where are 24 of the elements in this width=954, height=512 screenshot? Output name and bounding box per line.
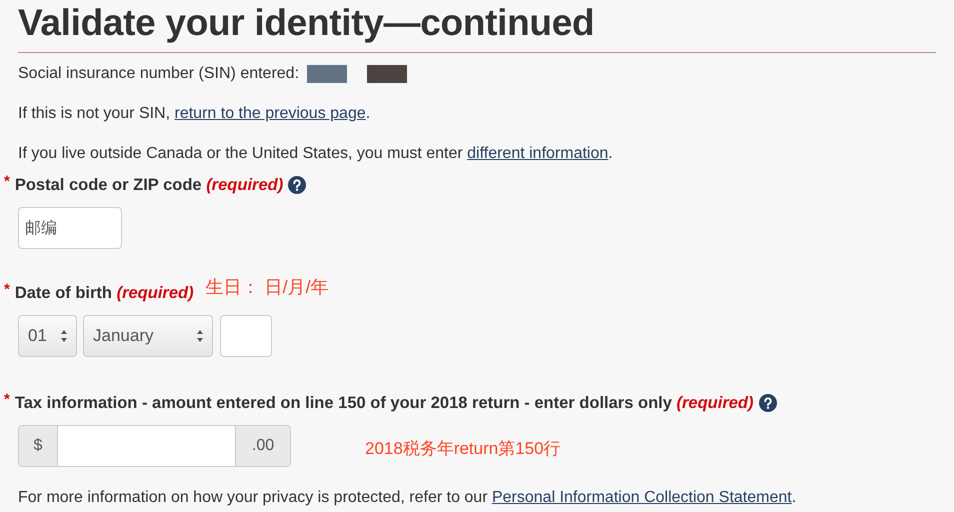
annotation-text: 2018税务年return第150行	[365, 438, 561, 460]
sin-label: Social insurance number (SIN) entered:	[18, 65, 300, 83]
required-asterisk: *	[4, 281, 10, 298]
field-label: Postal code or ZIP code (required)	[14, 176, 284, 194]
required-asterisk: *	[4, 173, 10, 190]
link[interactable]: different information	[467, 145, 608, 162]
privacy-paragraph: For more information on how your privacy is protected, refer to our Personal Information Collection Statement.	[18, 488, 798, 508]
year-field[interactable]	[220, 315, 272, 357]
help-icon[interactable]	[288, 176, 306, 194]
up-down-arrows-icon	[60, 329, 68, 343]
info-paragraph: If you live outside Canada or the United States, you must enter different information.	[18, 144, 614, 164]
field-label: Tax information - amount entered on line 150 of your 2018 return - enter dollars only (required)	[14, 394, 754, 412]
postal-code-field[interactable]: 邮编	[18, 207, 122, 249]
help-icon[interactable]	[758, 394, 777, 412]
link[interactable]: Personal Information Collection Statement	[492, 489, 792, 506]
info-paragraph: If this is not your SIN, return to the previous page.	[18, 104, 372, 124]
up-down-arrows-icon	[196, 329, 204, 343]
dropdown[interactable]: January	[83, 315, 213, 357]
field-label: Date of birth (required)	[14, 284, 194, 302]
dropdown[interactable]: 01	[18, 315, 77, 357]
page-heading: Validate your identity—continued	[18, 1, 596, 44]
annotation-text: 生日： 日/月/年	[206, 276, 329, 299]
link[interactable]: return to the previous page	[174, 105, 366, 122]
required-asterisk: *	[4, 391, 10, 408]
